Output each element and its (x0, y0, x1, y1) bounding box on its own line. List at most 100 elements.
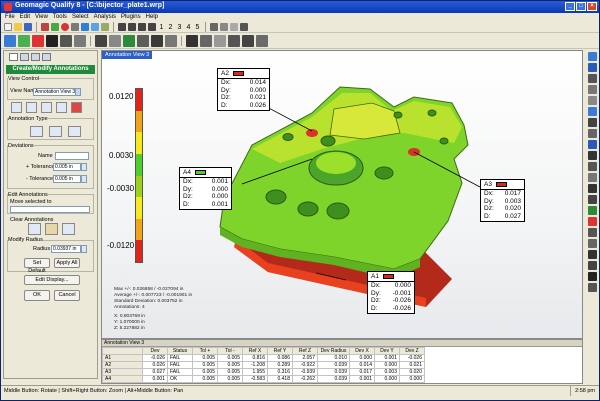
radius-spinner[interactable] (81, 245, 87, 253)
3d-viewport[interactable]: Annotation View 3 0.0120 0.0030 -0.0030 … (101, 50, 583, 339)
view-preset-3[interactable]: 3 (176, 24, 183, 31)
minus-tolerance-field[interactable]: 0.005 in (53, 175, 81, 183)
panel-tab-results[interactable] (42, 53, 51, 61)
measure-icon[interactable] (214, 34, 226, 47)
header-tol-minus[interactable]: Tol - (217, 347, 243, 355)
select-all-icon[interactable] (101, 23, 109, 31)
clear-all-icon[interactable] (45, 223, 58, 235)
export-icon[interactable] (256, 34, 268, 47)
save-icon[interactable] (24, 23, 32, 31)
cylinder-icon[interactable] (151, 34, 163, 47)
name-field[interactable] (55, 152, 89, 160)
mesh-icon[interactable] (95, 34, 107, 47)
header-status[interactable]: Status (167, 347, 193, 355)
zoom-out-icon[interactable] (587, 96, 597, 105)
panel-tab-model[interactable] (9, 53, 18, 61)
select-icon[interactable] (71, 23, 79, 31)
plus-tolerance-spinner[interactable] (81, 163, 87, 171)
view-preset-4[interactable]: 4 (185, 24, 192, 31)
table-row[interactable]: A1 -0.026 FAIL 0.005 0.005 0.816 0.086 2.057 0.0… (102, 354, 425, 362)
target-icon[interactable] (587, 261, 597, 270)
section-icon[interactable] (46, 34, 58, 47)
redo-icon[interactable] (51, 23, 59, 31)
region-annotation-icon[interactable] (49, 126, 62, 137)
feature-icon[interactable] (123, 34, 135, 47)
dimension-icon[interactable] (74, 34, 86, 47)
undo-icon[interactable] (41, 23, 49, 31)
coordinate-icon[interactable] (587, 184, 597, 193)
lighting-icon[interactable] (587, 140, 597, 149)
info-icon[interactable] (587, 283, 597, 292)
annotation-callout-a4[interactable]: A4 Dx: 0.001 Dy: 0.000 Dz: 0.000 D: 0.001 (179, 167, 232, 210)
clear-view-icon[interactable] (62, 223, 75, 235)
move-selected-select[interactable] (10, 206, 90, 213)
header-tol-plus[interactable]: Tol + (192, 347, 218, 355)
cancel-button[interactable]: Cancel (54, 290, 80, 301)
menu-analysis[interactable]: Analysis (94, 13, 116, 22)
deviation-icon[interactable] (32, 34, 44, 47)
annotation-icon[interactable] (200, 34, 212, 47)
display-icon[interactable] (240, 23, 248, 31)
view-preset-2[interactable]: 2 (167, 24, 174, 31)
annotation-callout-a1[interactable]: A1 Dx: 0.000 Dy: -0.001 Dz: -0.026 D: -0.026 (367, 271, 415, 314)
shade-icon[interactable] (587, 107, 597, 116)
clip-plane-icon[interactable] (587, 151, 597, 160)
view-name-select[interactable]: Annotation View 3 (33, 88, 77, 96)
zoom-in-icon[interactable] (587, 85, 597, 94)
points-display-icon[interactable] (587, 129, 597, 138)
header-dev-z[interactable]: Dev Z (399, 347, 425, 355)
plus-tolerance-field[interactable]: 0.005 in (53, 163, 81, 171)
lasso-icon[interactable] (81, 23, 89, 31)
view-camera-icon[interactable] (56, 102, 67, 113)
table-annotation-icon[interactable] (68, 126, 81, 137)
menu-tools[interactable]: Tools (53, 13, 67, 22)
view-preset-5[interactable]: 5 (194, 24, 201, 31)
pan-icon[interactable] (587, 74, 597, 83)
view-reset-icon[interactable] (71, 102, 82, 113)
menu-help[interactable]: Help (146, 13, 158, 22)
header-ref-z[interactable]: Ref Z (292, 347, 318, 355)
table-row[interactable]: A4 0.001 OK 0.005 0.005 -0.583 0.418 -0.262 0.03… (102, 375, 425, 383)
view-cube-icon[interactable] (587, 52, 597, 61)
stop-icon[interactable] (61, 23, 69, 31)
header-dev-x[interactable]: Dev X (349, 347, 375, 355)
menu-edit[interactable]: Edit (20, 13, 30, 22)
light-icon[interactable] (587, 272, 597, 281)
view-side-icon[interactable] (138, 23, 146, 31)
view-top-icon[interactable] (128, 23, 136, 31)
points-icon[interactable] (109, 34, 121, 47)
radius-field[interactable]: 0.03937 in (51, 245, 81, 253)
new-file-icon[interactable] (4, 23, 12, 31)
plane-icon[interactable] (137, 34, 149, 47)
whisker-icon[interactable] (228, 34, 240, 47)
header-dev-radius[interactable]: Dev Radius (317, 347, 350, 355)
open-folder-icon[interactable] (14, 23, 22, 31)
view-iso-icon[interactable] (148, 23, 156, 31)
edit-display-button[interactable]: Edit Display... (24, 275, 80, 285)
point-annotation-icon[interactable] (30, 126, 43, 137)
maximize-button[interactable]: □ (576, 2, 586, 11)
ok-button[interactable]: OK (24, 290, 50, 301)
align-icon[interactable] (4, 34, 16, 47)
gdt-icon[interactable] (60, 34, 72, 47)
ruler-icon[interactable] (587, 195, 597, 204)
chevron-down-icon[interactable] (75, 88, 81, 96)
header-ref-x[interactable]: Ref X (242, 347, 268, 355)
panel-tab-display[interactable] (31, 53, 40, 61)
table-row[interactable]: A3 0.027 FAIL 0.005 0.005 1.955 0.316 -0.939 0.0… (102, 368, 425, 376)
rotate-icon[interactable] (587, 63, 597, 72)
brush-icon[interactable] (91, 23, 99, 31)
wireframe-icon[interactable] (587, 118, 597, 127)
fit-view-icon[interactable] (220, 23, 228, 31)
report-icon[interactable] (186, 34, 198, 47)
minimize-button[interactable]: _ (565, 2, 575, 11)
close-button[interactable]: × (587, 2, 597, 11)
profile-icon[interactable] (242, 34, 254, 47)
key-icon[interactable] (587, 250, 597, 259)
menu-file[interactable]: File (5, 13, 15, 22)
set-default-button[interactable]: Set Default (24, 258, 50, 274)
lock-icon[interactable] (587, 228, 597, 237)
hide-icon[interactable] (587, 162, 597, 171)
annotation-callout-a2[interactable]: A2 Dx: 0.014 Dy: 0.000 Dz: 0.021 D: 0.026 (217, 68, 270, 111)
apply-all-button[interactable]: Apply All (54, 258, 80, 268)
